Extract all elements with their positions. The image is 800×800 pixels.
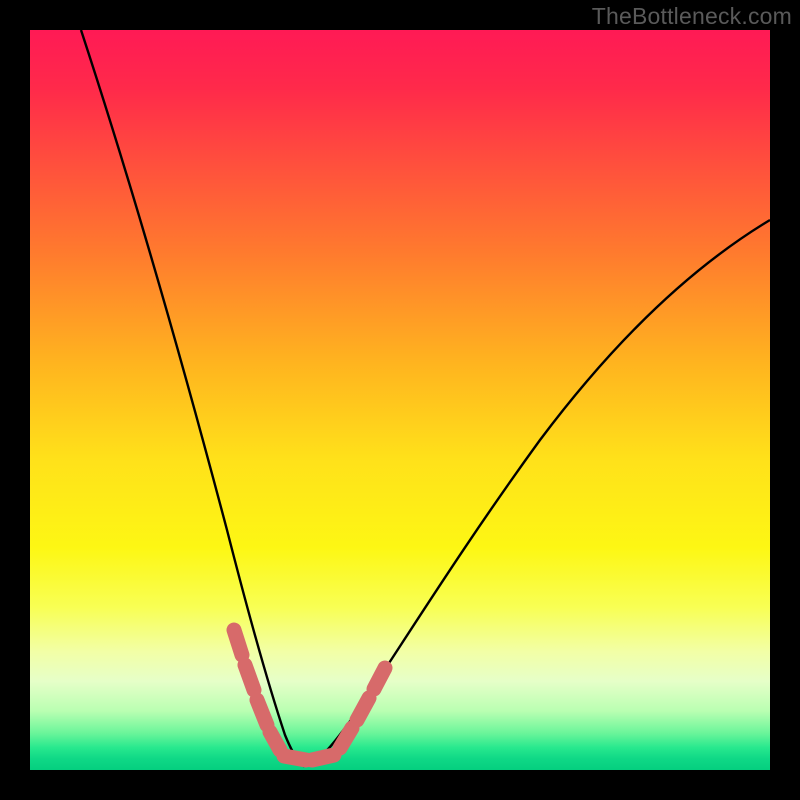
- chart-svg: [30, 30, 770, 770]
- bottleneck-curve-left: [81, 30, 303, 766]
- sweet-spot-markers: [234, 630, 385, 760]
- watermark-text: TheBottleneck.com: [592, 3, 792, 30]
- chart-frame: TheBottleneck.com: [0, 0, 800, 800]
- chart-plot-area: [30, 30, 770, 770]
